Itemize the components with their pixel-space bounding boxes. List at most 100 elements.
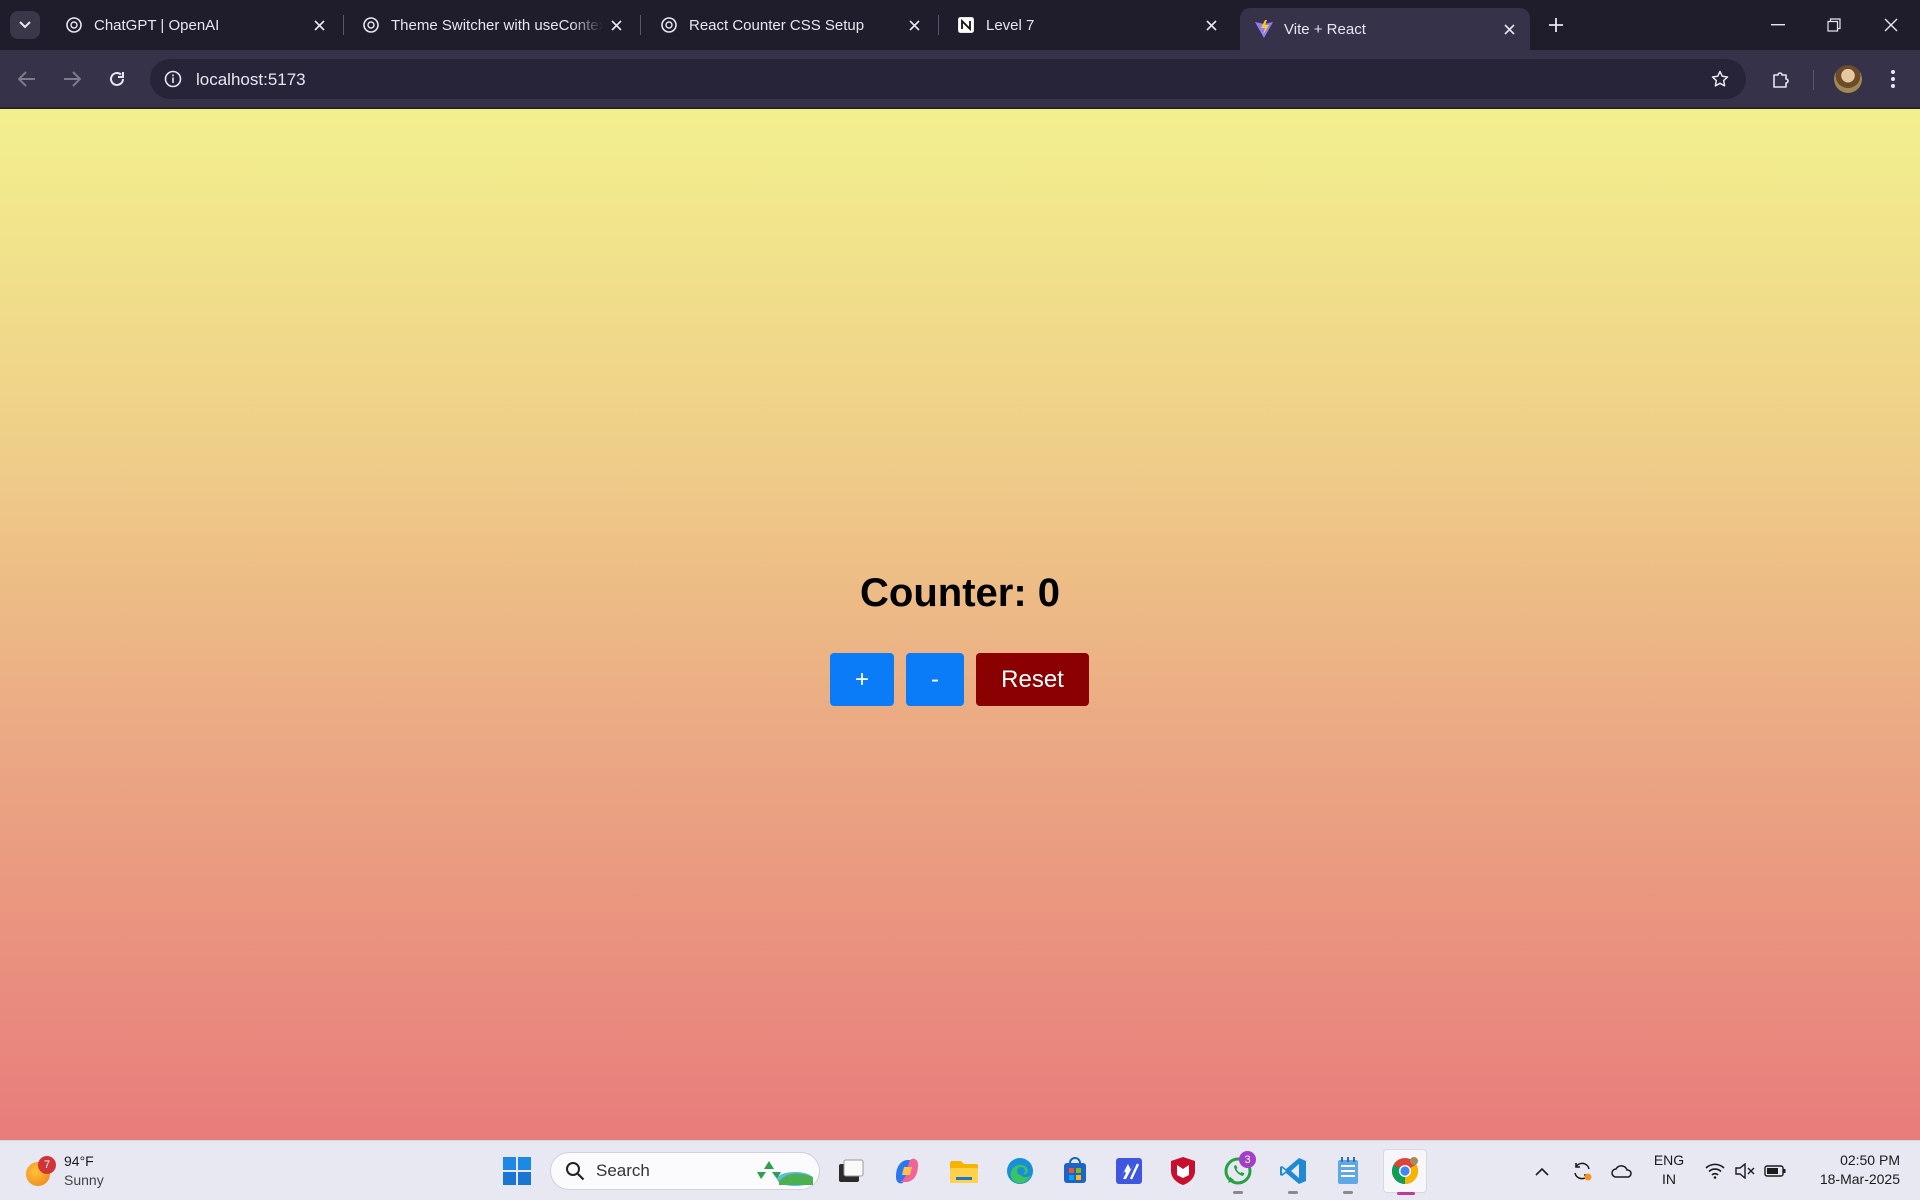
puzzle-icon [1773,72,1789,88]
tab-separator [640,15,641,35]
reload-button[interactable] [100,62,134,96]
tab-vite-react[interactable]: Vite + React [1240,8,1530,50]
close-icon[interactable] [306,12,332,38]
taskbar-search[interactable]: Search [550,1152,820,1190]
close-icon[interactable] [901,12,927,38]
minimize-button[interactable] [1749,0,1807,50]
notepad-icon [1338,1157,1358,1184]
vite-icon [1254,19,1274,39]
openai-icon [659,15,679,35]
kebab-menu-icon [1891,70,1895,88]
counter-controls: + - Reset [830,653,1089,706]
forward-button[interactable] [55,62,89,96]
onedrive-tray-icon[interactable] [1608,1151,1636,1191]
new-tab-button[interactable] [1541,11,1571,39]
copilot-button[interactable] [887,1151,927,1191]
browser-toolbar: localhost:5173 [0,50,1920,108]
task-view-button[interactable] [831,1151,871,1191]
chevron-down-icon [19,21,31,29]
extensions-button[interactable] [1764,62,1798,96]
edge-button[interactable] [1000,1151,1040,1191]
weather-widget[interactable]: 7 94°F Sunny [24,1149,104,1193]
copilot-icon [896,1158,918,1184]
file-explorer-button[interactable] [944,1151,984,1191]
cloud-icon [1611,1165,1632,1178]
tab-title: Level 7 [986,16,1035,34]
volume-muted-icon [1735,1163,1755,1179]
tab-separator [343,15,344,35]
tab-level-7[interactable]: Level 7 [942,8,1232,42]
show-hidden-icons[interactable] [1530,1151,1554,1191]
tab-title: ChatGPT | OpenAI [94,16,220,34]
app-button[interactable] [1109,1151,1149,1191]
weather-temp: 94°F [64,1153,94,1169]
restore-button[interactable] [1805,0,1863,50]
address-bar[interactable]: localhost:5173 [150,59,1746,99]
battery-tray-icon[interactable] [1762,1151,1788,1191]
language-code: ENG [1653,1152,1685,1168]
edge-icon [1007,1158,1033,1184]
close-window-button[interactable] [1862,0,1920,50]
windows-logo-icon [503,1157,531,1185]
tab-title: Vite + React [1284,20,1366,38]
profile-avatar[interactable] [1834,65,1862,93]
clock-date: 18-Mar-2025 [1819,1171,1900,1187]
tab-separator [938,15,939,35]
toolbar-divider [1813,70,1814,90]
system-clock[interactable]: 02:50 PM 18-Mar-2025 [1796,1151,1900,1189]
address-text[interactable]: localhost:5173 [196,70,306,90]
close-icon[interactable] [1198,12,1224,38]
store-icon [1064,1157,1086,1183]
tab-search-button[interactable] [10,11,40,39]
bookmark-star-icon[interactable] [1708,67,1732,91]
counter-heading: Counter: 0 [860,571,1060,615]
region-code: IN [1662,1171,1676,1187]
start-button[interactable] [497,1151,537,1191]
weather-condition: Sunny [64,1172,104,1188]
vscode-icon [1280,1158,1306,1184]
task-view-icon [839,1159,864,1182]
plus-icon [1549,18,1563,32]
tab-strip: ChatGPT | OpenAI Theme Switcher with use… [0,0,1920,50]
store-button[interactable] [1055,1151,1095,1191]
arrow-right-icon [64,71,81,87]
input-language[interactable]: ENG IN [1647,1151,1691,1189]
network-tray-icon[interactable] [1702,1151,1728,1191]
whatsapp-button[interactable]: 3 [1218,1151,1258,1194]
increment-button[interactable]: + [830,653,894,706]
tab-theme-switcher[interactable]: Theme Switcher with useContext [347,8,637,42]
weather-badge: 7 [38,1156,56,1174]
tab-react-counter[interactable]: React Counter CSS Setup [645,8,935,42]
running-indicator [1343,1191,1353,1194]
restore-icon [1827,18,1841,32]
minimize-icon [1771,24,1785,26]
tab-title: Theme Switcher with useContext [391,16,603,34]
tab-chatgpt[interactable]: ChatGPT | OpenAI [50,8,340,42]
decrement-button[interactable]: - [906,653,964,706]
active-indicator [1397,1192,1415,1195]
notepad-button[interactable] [1328,1151,1368,1194]
menu-button[interactable] [1876,62,1910,96]
chrome-button[interactable] [1383,1149,1427,1195]
vscode-button[interactable] [1273,1151,1313,1194]
mcafee-button[interactable] [1163,1151,1203,1191]
page-viewport: Counter: 0 + - Reset [0,109,1920,1140]
mcafee-shield-icon [1171,1157,1195,1185]
recycle-art-icon [757,1161,813,1186]
reload-icon [110,71,124,86]
running-indicator [1233,1191,1243,1194]
running-indicator [1288,1191,1298,1194]
search-label: Search [596,1161,650,1180]
wifi-icon [1705,1163,1725,1179]
reset-button[interactable]: Reset [976,653,1089,706]
back-button[interactable] [10,62,44,96]
search-icon [564,1160,586,1182]
whatsapp-badge: 3 [1239,1151,1256,1168]
arrow-left-icon [18,71,35,87]
close-icon[interactable] [1496,16,1522,42]
site-info-icon[interactable] [160,66,186,92]
close-icon[interactable] [603,12,629,38]
volume-tray-icon[interactable] [1732,1151,1758,1191]
sync-icon [1574,1162,1592,1181]
sync-tray-icon[interactable] [1568,1151,1596,1191]
